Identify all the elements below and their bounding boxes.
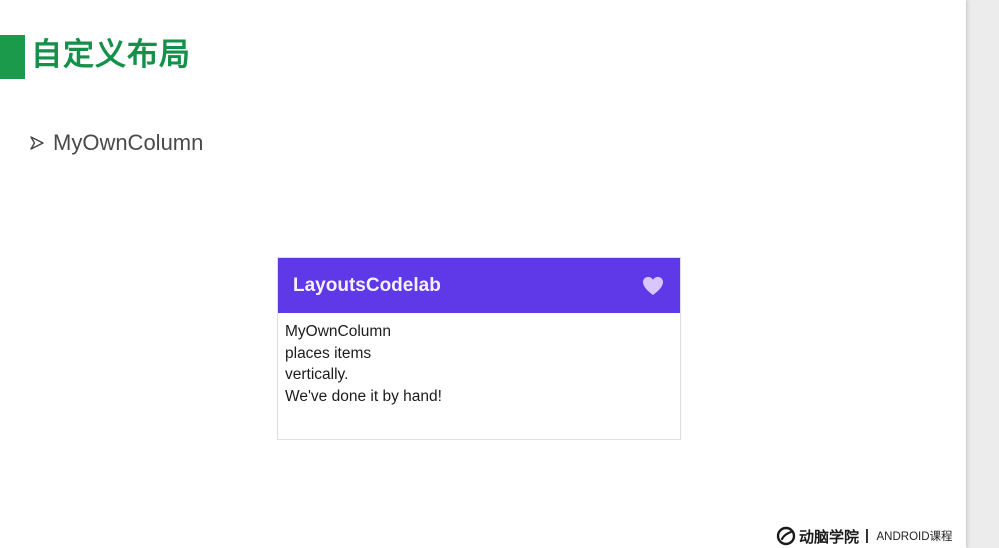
footer-divider — [866, 529, 868, 543]
course-label: ANDROID课程 — [876, 531, 953, 543]
bullet-text: MyOwnColumn — [53, 130, 204, 155]
slide-title: 自定义布局 — [31, 37, 191, 73]
column-text-line: vertically. — [285, 366, 349, 383]
window-edge — [966, 0, 999, 548]
footer-brand: 动脑学院 ANDROID课程 — [776, 525, 953, 547]
my-own-column: MyOwnColumn places items vertically. We'… — [285, 321, 442, 407]
app-title: LayoutsCodelab — [293, 275, 441, 296]
brand-name: 动脑学院 — [799, 527, 860, 546]
app-top-bar: LayoutsCodelab — [278, 258, 680, 313]
column-text-line: MyOwnColumn — [285, 323, 391, 340]
presentation-slide: 自定义布局 MyOwnColumn LayoutsCodelab MyOwnCo… — [0, 0, 966, 548]
column-text-line: places items — [285, 344, 372, 362]
bullet-item: MyOwnColumn — [30, 127, 203, 159]
favorite-button[interactable] — [640, 273, 666, 299]
app-screenshot: LayoutsCodelab MyOwnColumn places items … — [277, 257, 681, 440]
title-accent-bar — [0, 35, 25, 79]
column-text-line: We've done it by hand! — [285, 387, 442, 405]
brand-logo-icon — [776, 526, 796, 546]
heart-icon — [643, 276, 663, 296]
arrow-bullet-icon — [30, 136, 44, 150]
